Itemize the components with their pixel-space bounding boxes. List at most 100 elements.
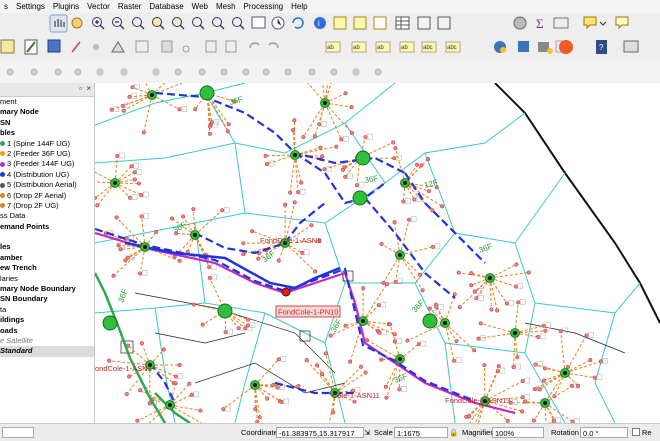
layer-item[interactable]: ew Trench: [0, 263, 94, 273]
primary-node[interactable]: [423, 314, 437, 328]
demand-point[interactable]: [315, 364, 319, 368]
demand-point[interactable]: [350, 105, 354, 109]
demand-point[interactable]: [538, 387, 542, 391]
demand-point[interactable]: [133, 178, 137, 182]
demand-point[interactable]: [178, 363, 182, 367]
demand-point[interactable]: [237, 326, 241, 330]
demand-point[interactable]: [133, 171, 137, 175]
demand-point[interactable]: [121, 104, 125, 108]
demand-point[interactable]: [117, 244, 121, 248]
digitize-icon[interactable]: [72, 42, 80, 52]
demand-point[interactable]: [321, 154, 325, 158]
zoom-native-icon[interactable]: [193, 18, 205, 30]
demand-point[interactable]: [138, 388, 142, 392]
float-panel-icon[interactable]: ▫: [79, 84, 82, 93]
demand-point[interactable]: [514, 285, 518, 289]
new-map-view-icon[interactable]: [252, 17, 265, 28]
zoom-full-icon[interactable]: [133, 18, 145, 30]
demand-point[interactable]: [521, 379, 525, 383]
demand-point[interactable]: [417, 342, 421, 346]
help-contents-icon[interactable]: ?: [596, 40, 607, 54]
demand-point[interactable]: [283, 203, 287, 207]
map-canvas-svg[interactable]: 36F 36F 36F 36F 36F 36F 36F 36F 36F 12F …: [95, 83, 660, 423]
demand-point[interactable]: [181, 215, 185, 219]
demand-point[interactable]: [265, 162, 269, 166]
demand-point[interactable]: [479, 322, 483, 326]
demand-point[interactable]: [434, 305, 438, 309]
map-tips-icon[interactable]: [616, 17, 628, 28]
layer-item[interactable]: 7 (Drop 2F UG): [0, 201, 94, 211]
menu-item-settings[interactable]: Settings: [12, 0, 49, 13]
demand-point[interactable]: [310, 224, 314, 228]
demand-point[interactable]: [320, 372, 324, 376]
zoom-selection-icon[interactable]: [153, 18, 165, 30]
demand-point[interactable]: [302, 135, 306, 139]
demand-point[interactable]: [364, 371, 368, 375]
select-features-icon[interactable]: [334, 17, 346, 29]
statistics-icon[interactable]: [438, 17, 450, 29]
demand-point[interactable]: [473, 290, 477, 294]
identify-icon[interactable]: i: [314, 17, 326, 29]
demand-point[interactable]: [350, 131, 354, 135]
demand-point[interactable]: [277, 259, 281, 263]
demand-point[interactable]: [344, 324, 348, 328]
demand-point[interactable]: [344, 91, 348, 95]
layer-item[interactable]: oads: [0, 326, 94, 336]
demand-point[interactable]: [361, 286, 365, 290]
demand-point[interactable]: [536, 335, 540, 339]
demand-point[interactable]: [173, 255, 177, 259]
demand-point[interactable]: [288, 191, 292, 195]
demand-point[interactable]: [542, 324, 546, 328]
demand-point[interactable]: [477, 337, 481, 341]
text-annotation-dropdown-icon[interactable]: [600, 22, 606, 25]
demand-point[interactable]: [420, 164, 424, 168]
demand-point[interactable]: [516, 355, 520, 359]
deselect-icon[interactable]: [374, 17, 386, 29]
demand-point[interactable]: [313, 270, 317, 274]
demand-point[interactable]: [243, 326, 247, 330]
lock-scale-icon[interactable]: 🔒: [449, 427, 458, 438]
layer-item[interactable]: [0, 232, 94, 242]
sum-icon[interactable]: Σ: [536, 16, 544, 31]
demand-point[interactable]: [227, 123, 231, 127]
close-panel-icon[interactable]: ×: [86, 84, 91, 93]
rotation-spinbox[interactable]: 0.0 °: [580, 427, 628, 438]
layer-item[interactable]: mary Node: [0, 107, 94, 117]
demand-point[interactable]: [543, 367, 547, 371]
modify-attributes-icon[interactable]: [136, 41, 148, 52]
reshape-features-icon[interactable]: [243, 69, 249, 75]
demand-point[interactable]: [190, 393, 194, 397]
enable-tracing-icon[interactable]: [31, 69, 37, 75]
zoom-out-icon[interactable]: [113, 18, 125, 30]
demand-point[interactable]: [544, 329, 548, 333]
demand-point[interactable]: [192, 207, 196, 211]
demand-point[interactable]: [392, 156, 396, 160]
demand-point[interactable]: [95, 196, 97, 200]
demand-point[interactable]: [140, 215, 144, 219]
demand-point[interactable]: [393, 220, 397, 224]
demand-point[interactable]: [250, 229, 254, 233]
demand-point[interactable]: [469, 284, 473, 288]
delete-ring-icon[interactable]: [199, 69, 205, 75]
layer-item[interactable]: e Satellite: [0, 336, 94, 346]
demand-point[interactable]: [127, 375, 131, 379]
demand-point[interactable]: [226, 129, 230, 133]
demand-point[interactable]: [210, 121, 214, 125]
demand-point[interactable]: [505, 302, 509, 306]
demand-point[interactable]: [116, 154, 120, 158]
demand-point[interactable]: [343, 166, 347, 170]
demand-point[interactable]: [533, 387, 537, 391]
demand-point[interactable]: [126, 256, 130, 260]
demand-point[interactable]: [178, 259, 182, 263]
demand-point[interactable]: [402, 200, 406, 204]
demand-point[interactable]: [265, 397, 269, 401]
vertex-tool-icon[interactable]: [112, 42, 124, 52]
demand-point[interactable]: [497, 364, 501, 368]
demand-point[interactable]: [469, 271, 473, 275]
demand-point[interactable]: [317, 122, 321, 126]
demand-point[interactable]: [162, 348, 166, 352]
demand-point[interactable]: [355, 183, 359, 187]
demand-point[interactable]: [299, 181, 303, 185]
demand-point[interactable]: [559, 329, 563, 333]
layer-item[interactable]: ta: [0, 305, 94, 315]
